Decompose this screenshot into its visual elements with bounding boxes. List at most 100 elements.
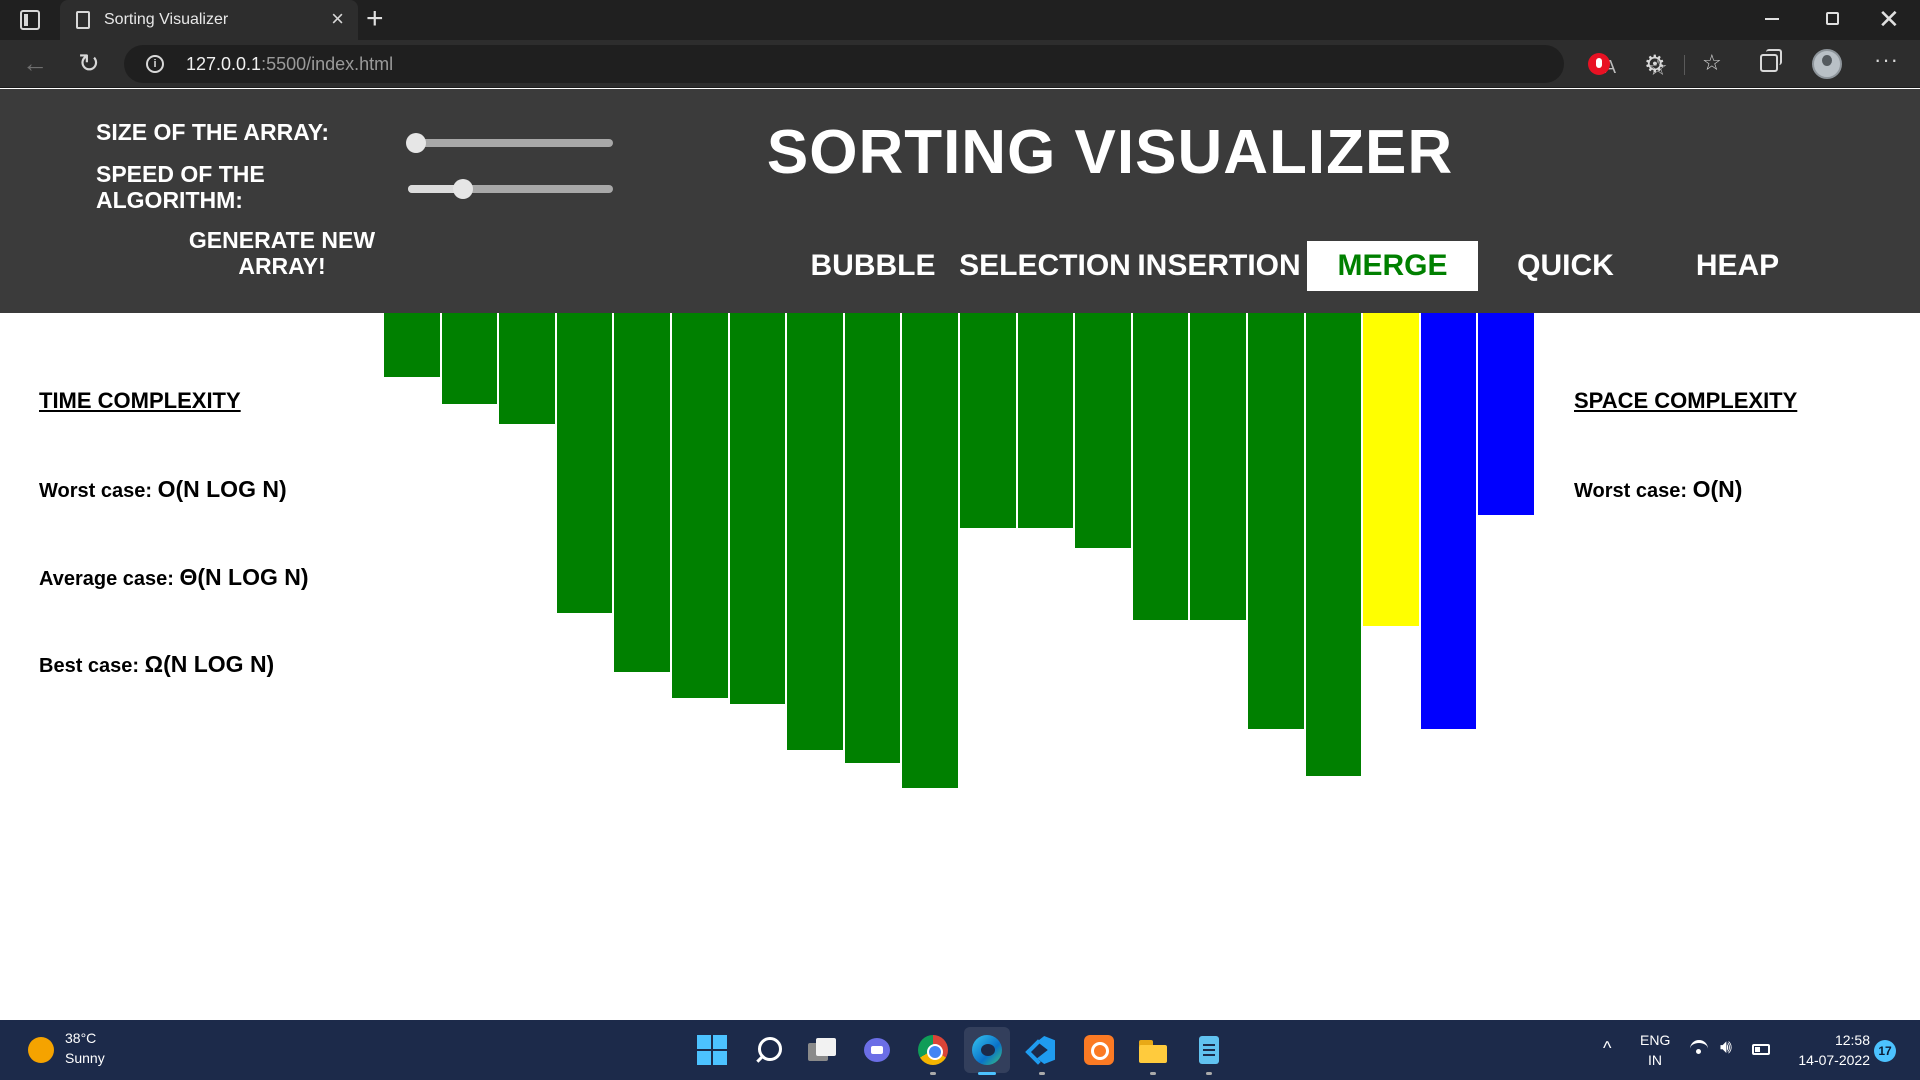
browser-tabbar: Sorting Visualizer × + ✕	[0, 0, 1920, 40]
space-worst-case: Worst case: O(N)	[1574, 476, 1742, 503]
array-bar	[614, 313, 670, 672]
running-indicator	[1150, 1072, 1156, 1075]
url-text[interactable]: 127.0.0.1:5500/index.html	[186, 54, 393, 75]
weather-temperature[interactable]: 38°C	[65, 1030, 96, 1046]
case-label: Best case:	[39, 655, 145, 677]
case-value: O(N LOG N)	[157, 476, 287, 502]
notification-badge[interactable]: 17	[1874, 1040, 1896, 1062]
window-close-icon[interactable]: ✕	[1878, 5, 1900, 33]
collections-icon[interactable]	[1760, 49, 1782, 72]
time-complexity-heading: TIME COMPLEXITY	[39, 388, 241, 413]
time-best-case: Best case: Ω(N LOG N)	[39, 651, 274, 678]
new-tab-icon[interactable]: +	[366, 3, 384, 35]
windows-start-icon[interactable]	[697, 1035, 727, 1065]
array-size-slider[interactable]	[406, 133, 613, 153]
url-path: :5500/index.html	[261, 54, 394, 74]
windows-taskbar: 38°C Sunny ^ ENG IN 🔊︎ 12:58 14-07-2022 …	[0, 1020, 1920, 1080]
tab-sorting-visualizer[interactable]: Sorting Visualizer ×	[60, 0, 358, 40]
adblock-extension-icon[interactable]	[1588, 53, 1610, 75]
generate-array-button[interactable]: GENERATE NEW ARRAY!	[182, 227, 382, 279]
language-code[interactable]: ENG	[1640, 1032, 1670, 1048]
merge-sort-button[interactable]: MERGE	[1307, 241, 1478, 291]
array-bar	[1075, 313, 1131, 548]
case-label: Worst case:	[1574, 480, 1693, 502]
array-bar	[1132, 313, 1189, 620]
search-icon[interactable]	[754, 1035, 784, 1065]
vscode-icon[interactable]	[1027, 1035, 1057, 1065]
task-view-icon[interactable]	[808, 1035, 838, 1065]
heap-sort-button[interactable]: HEAP	[1652, 241, 1823, 291]
restore-icon[interactable]	[1826, 12, 1839, 25]
browser-toolbar: ← ↻ i 127.0.0.1:5500/index.html A ☆	[0, 40, 1920, 88]
close-tab-icon[interactable]: ×	[331, 7, 344, 31]
array-bar	[844, 313, 901, 763]
array-bar	[1248, 313, 1304, 729]
speed-slider[interactable]	[408, 179, 613, 199]
site-info-icon[interactable]: i	[146, 55, 164, 73]
array-bar	[672, 313, 728, 698]
clock-time[interactable]: 12:58	[1780, 1032, 1870, 1048]
case-value: Ω(N LOG N)	[144, 651, 275, 677]
case-value: O(N)	[1692, 476, 1743, 502]
array-bar	[556, 313, 613, 613]
array-size-label: SIZE OF THE ARRAY:	[96, 119, 329, 145]
array-bar	[499, 313, 555, 424]
array-bar	[902, 313, 958, 788]
notepad-icon[interactable]	[1194, 1035, 1224, 1065]
chrome-icon[interactable]	[918, 1035, 948, 1065]
language-region[interactable]: IN	[1640, 1052, 1670, 1068]
array-bar	[1363, 313, 1419, 626]
minimize-icon[interactable]	[1765, 18, 1779, 20]
slider-thumb[interactable]	[406, 133, 427, 153]
favorites-icon[interactable]: ☆	[1702, 50, 1722, 76]
tab-actions-icon[interactable]	[20, 10, 40, 30]
profile-avatar[interactable]	[1812, 49, 1842, 79]
running-indicator	[1206, 1072, 1212, 1075]
time-average-case: Average case: Θ(N LOG N)	[39, 564, 309, 591]
back-arrow-icon[interactable]: ←	[22, 48, 48, 79]
url-host: 127.0.0.1	[186, 54, 262, 74]
array-bar	[729, 313, 786, 704]
app-header: SIZE OF THE ARRAY: SPEED OF THE ALGORITH…	[0, 89, 1920, 313]
array-bar	[1305, 313, 1362, 776]
case-label: Worst case:	[39, 480, 158, 502]
quick-sort-button[interactable]: QUICK	[1480, 241, 1651, 291]
bubble-sort-button[interactable]: BUBBLE	[806, 241, 940, 291]
array-bar	[1420, 313, 1477, 729]
space-complexity-heading: SPACE COMPLEXITY	[1574, 388, 1798, 413]
array-bar	[1478, 313, 1534, 515]
extensions-icon[interactable]: ⚙	[1644, 50, 1666, 79]
time-worst-case: Worst case: O(N LOG N)	[39, 476, 287, 503]
edge-icon[interactable]	[972, 1035, 1002, 1065]
file-explorer-icon[interactable]	[1138, 1035, 1168, 1065]
running-indicator	[1039, 1072, 1045, 1075]
page-title: SORTING VISUALIZER	[766, 118, 1454, 187]
xampp-icon[interactable]	[1084, 1035, 1114, 1065]
array-bar	[1017, 313, 1074, 528]
more-options-icon[interactable]: ···	[1874, 47, 1899, 73]
insertion-sort-button[interactable]: INSERTION	[1134, 241, 1304, 291]
case-label: Average case:	[39, 568, 180, 590]
array-bars	[384, 313, 1536, 793]
sun-icon[interactable]	[28, 1037, 54, 1063]
tab-title: Sorting Visualizer	[104, 11, 229, 28]
chat-icon[interactable]	[862, 1035, 892, 1065]
slider-thumb[interactable]	[453, 179, 474, 199]
page-icon	[76, 11, 90, 29]
selection-sort-button[interactable]: SELECTION	[956, 241, 1134, 291]
clock-date[interactable]: 14-07-2022	[1780, 1052, 1870, 1068]
address-bar[interactable]: i 127.0.0.1:5500/index.html A ☆	[124, 45, 1668, 83]
array-bar	[441, 313, 498, 404]
wifi-icon[interactable]	[1690, 1040, 1708, 1058]
toolbar-divider	[1684, 55, 1685, 75]
weather-description[interactable]: Sunny	[65, 1050, 105, 1066]
array-bar	[1190, 313, 1246, 620]
speed-label: SPEED OF THE ALGORITHM:	[96, 161, 265, 213]
running-indicator	[930, 1072, 936, 1075]
refresh-icon[interactable]: ↻	[78, 48, 100, 79]
volume-icon[interactable]: 🔊︎	[1720, 1037, 1732, 1059]
array-bar	[960, 313, 1016, 528]
battery-icon[interactable]	[1752, 1044, 1770, 1055]
array-bar	[384, 313, 440, 377]
chevron-up-icon[interactable]: ^	[1603, 1038, 1611, 1059]
